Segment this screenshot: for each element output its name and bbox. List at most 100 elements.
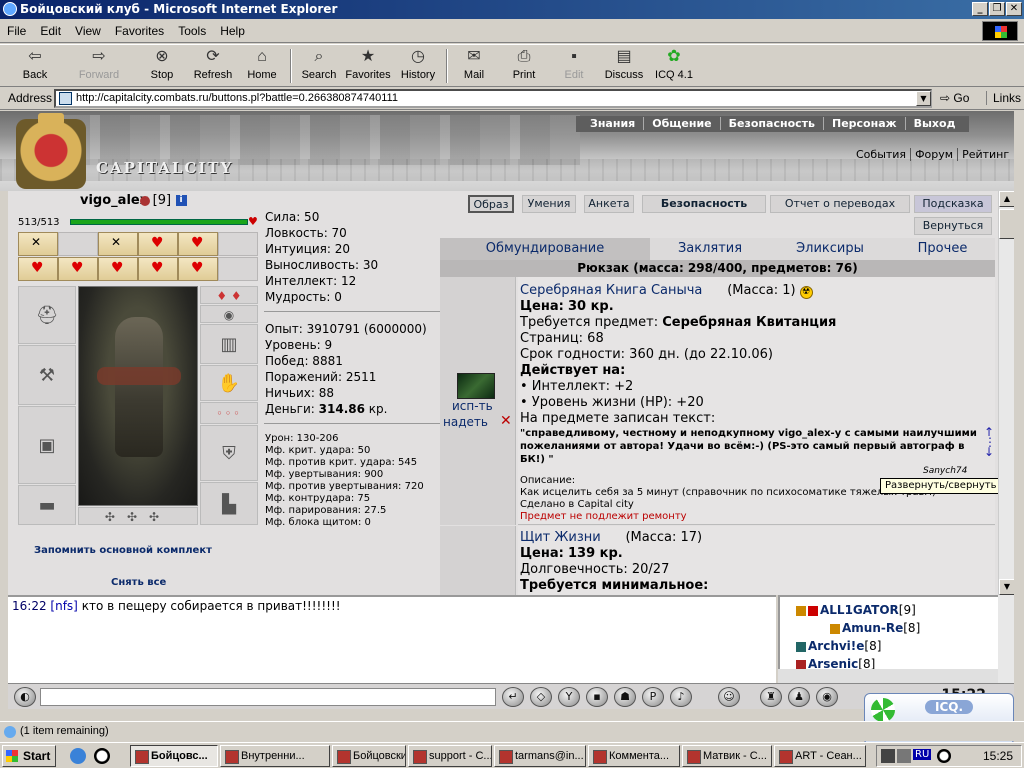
tray-app-icon[interactable] [881,749,895,763]
take-off-all-link[interactable]: Снять все [111,577,166,588]
inventory-icon[interactable]: ♜ [760,687,782,707]
language-indicator[interactable]: RU [913,749,932,760]
enter-icon[interactable]: ↵ [502,687,524,707]
close-button[interactable]: ✕ [1006,2,1022,16]
scroll-slot-7[interactable] [18,257,58,281]
bracers-slot[interactable]: ▥ [200,324,258,364]
helmet-slot[interactable]: ⛑ [18,286,76,344]
menu-file[interactable]: File [0,19,33,43]
skills-button[interactable]: Умения [522,195,576,213]
user-entry[interactable]: Arsenic[8] [796,657,875,669]
tab-spells[interactable]: Заклятия [650,238,770,260]
boots-slot[interactable]: ▙ [200,482,258,525]
character-avatar[interactable] [78,286,198,506]
rings-slot[interactable]: ◦◦◦ [200,402,258,424]
address-dropdown-icon[interactable]: ▼ [916,91,931,106]
minimize-button[interactable]: _ [972,2,988,16]
userlist-horizontal-scrollbar[interactable] [778,669,998,683]
user-entry[interactable]: Amun-Re[8] [830,621,920,635]
earrings-slot[interactable]: ♦ ♦ [200,286,258,304]
task-comments[interactable]: Коммента... [588,745,680,767]
user-entry[interactable]: ALL1GATOR[9] [796,603,916,617]
chat-nick[interactable]: [nfs] [50,599,77,613]
maximize-button[interactable]: ❐ [989,2,1005,16]
ie-quicklaunch-icon[interactable] [70,748,86,764]
page-scrollbar[interactable]: ▲ ▼ [998,191,1015,595]
back-link-button[interactable]: Вернуться [914,217,992,235]
book-item-image[interactable] [457,373,495,399]
nav-exit[interactable]: Выход [904,117,964,130]
menu-view[interactable]: View [68,19,108,43]
links-button[interactable]: Links [986,91,1021,105]
nav-security[interactable]: Безопасность [719,117,823,130]
save-icon[interactable]: ▪ [586,687,608,707]
character-name[interactable]: vigo_alex [9] i [80,193,187,208]
scroll-slot-3[interactable] [98,232,138,256]
users-icon[interactable]: ♟ [788,687,810,707]
panda-quicklaunch-icon[interactable] [94,748,110,764]
scroll-slot-2[interactable] [58,232,98,256]
favorites-button[interactable]: ★ Favorites [344,47,392,85]
scroll-slot-8[interactable] [58,257,98,281]
scroll-slot-1[interactable] [18,232,58,256]
userlist-vertical-scrollbar[interactable] [998,595,1014,683]
nav-character[interactable]: Персонаж [823,117,905,130]
scroll-slot-5[interactable] [178,232,218,256]
nav-events[interactable]: События [852,148,910,161]
smile-icon[interactable]: ☺ [718,687,740,707]
shield-slot[interactable]: ⛨ [200,425,258,481]
filter-icon[interactable]: Y [558,687,580,707]
nav-forum[interactable]: Форум [910,148,958,161]
scroll-thumb[interactable] [999,209,1015,239]
translit-icon[interactable]: P [642,687,664,707]
refresh-button[interactable]: ⟳ Refresh [190,47,236,85]
search-button[interactable]: ⌕ Search [298,47,340,85]
scroll-slot-6[interactable] [218,232,258,256]
task-tarmans[interactable]: tarmans@in... [494,745,586,767]
task-fightclub-2[interactable]: Бойцовски... [332,745,406,767]
stop-button[interactable]: ⊗ Stop [144,47,180,85]
amulet-slot[interactable]: ◉ [200,305,258,323]
image-button[interactable]: Образ [468,195,514,213]
eraser-icon[interactable]: ◇ [530,687,552,707]
speaker-icon[interactable]: ◐ [14,687,36,707]
ring-slots[interactable]: ✣✣✣ [78,507,198,525]
task-fightclub-1[interactable]: Бойцовс... [130,745,218,767]
remember-set-link[interactable]: Запомнить основной комплект [34,545,212,556]
home-button[interactable]: ⌂ Home [244,47,280,85]
scroll-slot-4[interactable] [138,232,178,256]
go-button[interactable]: ⇨ Go [940,91,969,105]
menu-favorites[interactable]: Favorites [108,19,171,43]
menu-tools[interactable]: Tools [171,19,213,43]
scroll-up-icon[interactable]: ▲ [999,191,1015,207]
item-name-link[interactable]: Серебряная Книга Саныча [520,283,702,298]
start-button[interactable]: Start [2,745,56,767]
nav-rating[interactable]: Рейтинг [957,148,1014,161]
mail-button[interactable]: ✉ Mail [456,47,492,85]
address-input[interactable]: http://capitalcity.combats.ru/buttons.pl… [54,89,932,108]
expand-arrows-icon[interactable]: ↑ ⋮ ↓ [984,426,996,458]
hint-button[interactable]: Подсказка [914,195,992,213]
chat-input[interactable] [40,688,496,706]
print-button[interactable]: ⎙ Print [506,47,542,85]
wear-item-link[interactable]: надеть [443,415,488,429]
use-item-link[interactable]: исп-ть [452,399,493,413]
weapon-slot[interactable]: ⚒ [18,345,76,405]
scroll-slot-10[interactable] [138,257,178,281]
task-internal[interactable]: Внутренни... [220,745,330,767]
task-art[interactable]: ART - Сеан... [774,745,866,767]
nav-knowledge[interactable]: Знания [582,117,643,130]
armor-slot[interactable]: ▣ [18,406,76,484]
edit-button[interactable]: ▪ Edit [556,47,592,85]
transfers-report-button[interactable]: Отчет о переводах [770,195,910,213]
info-icon[interactable]: i [175,195,187,206]
scroll-slot-9[interactable] [98,257,138,281]
music-icon[interactable]: ♪ [670,687,692,707]
tab-elixirs[interactable]: Эликсиры [770,238,890,260]
chat-bubble-icon[interactable]: ◉ [816,687,838,707]
back-button[interactable]: ⇦ Back [14,47,56,85]
delete-icon[interactable]: ✕ [500,413,512,429]
user-entry[interactable]: Archvi!e[8] [796,639,881,653]
task-matvik[interactable]: Матвик - С... [682,745,772,767]
icq-button[interactable]: ✿ ICQ 4.1 [654,47,694,85]
